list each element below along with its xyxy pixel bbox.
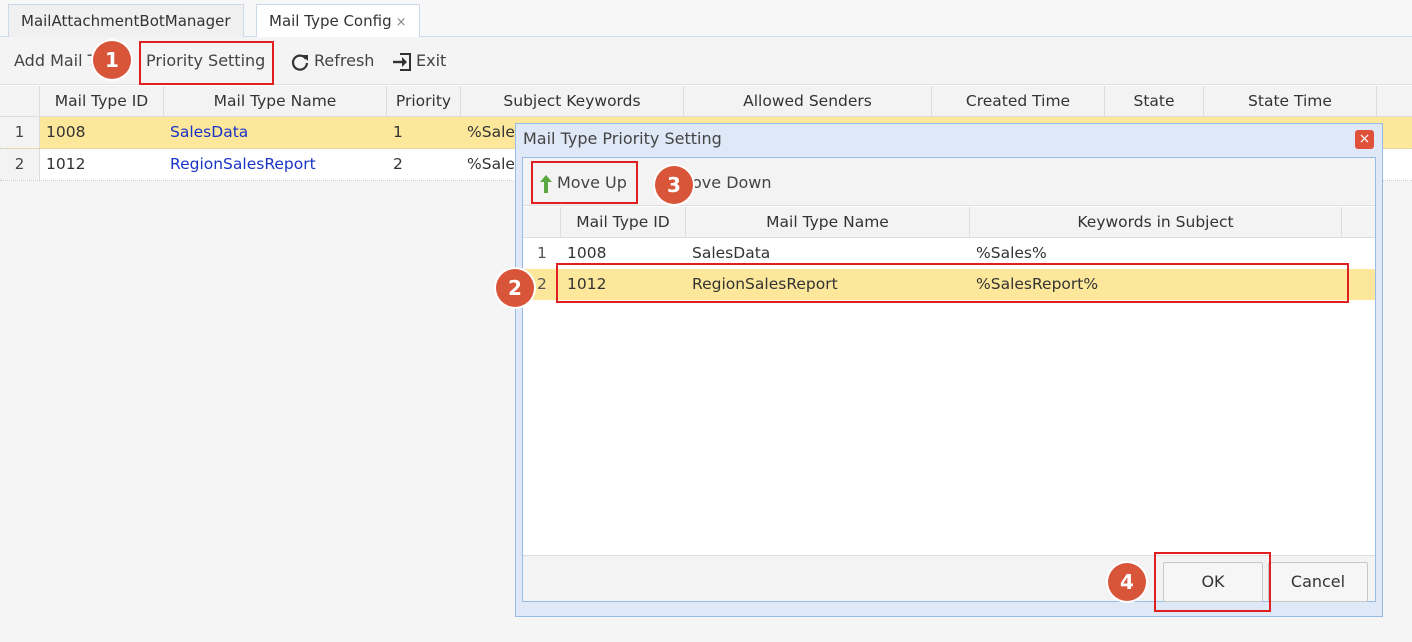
refresh-button[interactable]: Refresh [290,46,374,76]
refresh-label: Refresh [314,51,375,70]
column-header-mail-type-id[interactable]: Mail Type ID [40,86,164,117]
cell-subject-keywords: %Sales [467,123,521,141]
column-header-subject-keywords[interactable]: Subject Keywords [461,86,684,117]
cell-priority: 2 [393,155,403,173]
highlight-box-ok [1154,552,1271,612]
cancel-button[interactable]: Cancel [1268,562,1368,602]
dialog-title: Mail Type Priority Setting [523,129,722,148]
column-header-allowed-senders[interactable]: Allowed Senders [684,86,932,117]
move-down-button[interactable]: ove Down [692,168,772,198]
dialog-row-number-header [523,207,561,238]
tab-close-icon[interactable]: × [396,15,407,30]
dialog-column-header-mail-type-name[interactable]: Mail Type Name [686,207,970,238]
column-header-priority[interactable]: Priority [387,86,461,117]
row-number-header [0,86,40,117]
tab-label: Mail Type Config [269,12,392,30]
cell-subject-keywords: %Sales [467,155,521,173]
move-down-label: ove Down [692,173,772,192]
column-header-state-time[interactable]: State Time [1204,86,1377,117]
column-header-created-time[interactable]: Created Time [932,86,1105,117]
step-badge-3: 3 [655,166,693,204]
cell-mail-type-name-link[interactable]: SalesData [164,117,387,148]
dialog-toolbar [523,158,1375,206]
cell-mail-type-id: 1012 [46,155,86,173]
step-badge-1: 1 [93,41,131,79]
highlight-box-selected-row [556,263,1349,303]
step-badge-4: 4 [1108,563,1146,601]
step-badge-2: 2 [496,269,534,307]
tab-mail-attachment-bot-manager[interactable]: MailAttachmentBotManager [8,4,244,37]
tab-label: MailAttachmentBotManager [21,12,231,30]
exit-button[interactable]: Exit [392,46,446,76]
add-mail-type-label: Add Mail T [14,51,98,70]
dialog-column-header-mail-type-id[interactable]: Mail Type ID [561,207,686,238]
exit-icon [393,52,411,71]
dialog-close-icon[interactable]: × [1355,130,1374,149]
exit-label: Exit [416,51,447,70]
tab-mail-type-config[interactable]: Mail Type Config × [256,4,420,38]
cell-mail-type-id: 1008 [46,123,86,141]
cell-mail-type-name-link[interactable]: RegionSalesReport [164,149,387,180]
refresh-icon [291,54,309,71]
highlight-box-priority-setting [139,41,274,85]
dialog-column-header-keywords[interactable]: Keywords in Subject [970,207,1342,238]
row-number: 2 [0,149,40,180]
cell-priority: 1 [393,123,403,141]
highlight-box-move-up [531,161,638,204]
add-mail-type-button[interactable]: Add Mail T [14,46,97,76]
column-header-mail-type-name[interactable]: Mail Type Name [164,86,387,117]
row-number: 1 [0,117,40,148]
column-header-state[interactable]: State [1105,86,1204,117]
